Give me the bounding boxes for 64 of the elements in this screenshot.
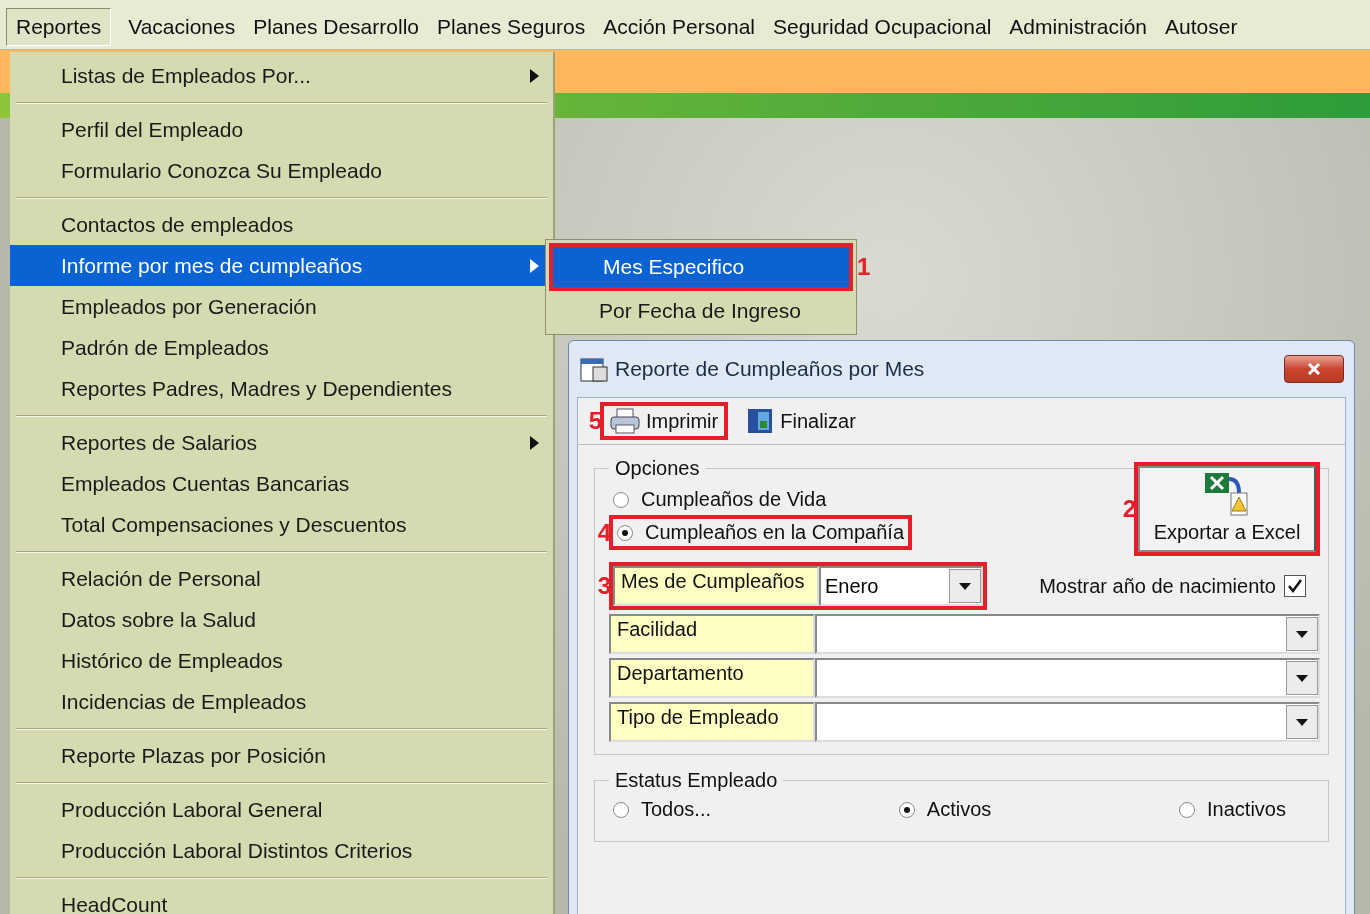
group-legend: Opciones [609, 457, 706, 480]
radio-label: Activos [926, 798, 992, 821]
annotation-number: 1 [857, 253, 871, 281]
window-title: Reporte de Cumpleaños por Mes [615, 357, 926, 381]
menu-bar-item[interactable]: Planes Desarrollo [244, 8, 428, 45]
menu-item[interactable]: Datos sobre la Salud [10, 599, 553, 640]
spreadsheet-export-icon [1203, 471, 1251, 517]
menu-item[interactable]: Producción Laboral Distintos Criterios [10, 830, 553, 871]
radio-label: Inactivos [1207, 798, 1286, 821]
radio-button[interactable]: Inactivos [1175, 796, 1290, 823]
radio-button[interactable]: Todos... [609, 796, 716, 823]
dropdown-field[interactable] [815, 702, 1320, 742]
caret-icon [1296, 630, 1308, 638]
caret-icon [1296, 674, 1308, 682]
dropdown-field[interactable] [815, 614, 1320, 654]
menu-item[interactable]: Incidencias de Empleados [10, 681, 553, 722]
caret-icon [1296, 718, 1308, 726]
radio-label: Cumpleaños en la Compañía [645, 521, 905, 544]
dropdown-field[interactable] [815, 658, 1320, 698]
menu-item[interactable]: Empleados Cuentas Bancarias [10, 463, 553, 504]
export-button[interactable]: Exportar a Excel [1138, 466, 1316, 552]
field-label: Departamento [609, 658, 815, 698]
menu-item[interactable]: Perfil del Empleado [10, 109, 553, 150]
menu-item[interactable]: Reportes Padres, Madres y Dependientes [10, 368, 553, 409]
menu-bar-item[interactable]: Administración [1000, 8, 1157, 45]
radio-label: Todos... [641, 798, 712, 821]
checkbox-label: Mostrar año de nacimiento [1039, 574, 1276, 598]
menu-bar-item[interactable]: Autoser [1156, 8, 1247, 45]
menu-item[interactable]: Total Compensaciones y Descuentos [10, 504, 553, 545]
field-label: Tipo de Empleado [609, 702, 815, 742]
radio-button[interactable]: Activos [894, 796, 996, 823]
annotation-number: 4 [597, 518, 611, 547]
menu-bar-item[interactable]: Acción Personal [594, 8, 764, 45]
printer-icon [610, 408, 640, 434]
toolbar-button[interactable]: Finalizar [740, 405, 862, 437]
dropdown-field[interactable]: Enero [819, 566, 983, 606]
close-button[interactable] [1284, 355, 1344, 383]
group-legend: Estatus Empleado [609, 769, 784, 792]
checkbox[interactable] [1284, 575, 1306, 597]
radio-button[interactable]: Cumpleaños en la Compañía [613, 519, 909, 546]
radio-button[interactable]: Cumpleaños de Vida [609, 486, 913, 513]
menu-item[interactable]: Formulario Conozca Su Empleado [10, 150, 553, 191]
menu-bar-item[interactable]: Seguridad Ocupacional [764, 8, 1001, 45]
menu-item[interactable]: Relación de Personal [10, 558, 553, 599]
radio-label: Cumpleaños de Vida [641, 488, 827, 511]
check-icon [1287, 578, 1303, 594]
report-window-icon [579, 355, 609, 383]
submenu-item[interactable]: Mes Especifico [553, 247, 849, 287]
toolbar-button[interactable]: Imprimir [604, 406, 725, 436]
field-label: Facilidad [609, 614, 815, 654]
door-icon [746, 407, 775, 435]
menu-bar-item[interactable]: Reportes [6, 7, 112, 46]
menu-item[interactable]: Listas de Empleados Por... [10, 55, 553, 96]
field-label: Mes de Cumpleaños [613, 566, 819, 606]
menu-bar-item[interactable]: Vacaciones [119, 8, 245, 45]
menu-item[interactable]: Reportes de Salarios [10, 422, 553, 463]
menu-item[interactable]: Histórico de Empleados [10, 640, 553, 681]
menu-bar-item[interactable]: Planes Seguros [428, 8, 595, 45]
menu-item[interactable]: Producción Laboral General [10, 789, 553, 830]
menu-item[interactable]: HeadCount [10, 884, 553, 914]
close-icon [1307, 363, 1321, 375]
menu-item[interactable]: Contactos de empleados [10, 204, 553, 245]
caret-icon [959, 582, 971, 590]
menu-item[interactable]: Reporte Plazas por Posición [10, 735, 553, 776]
